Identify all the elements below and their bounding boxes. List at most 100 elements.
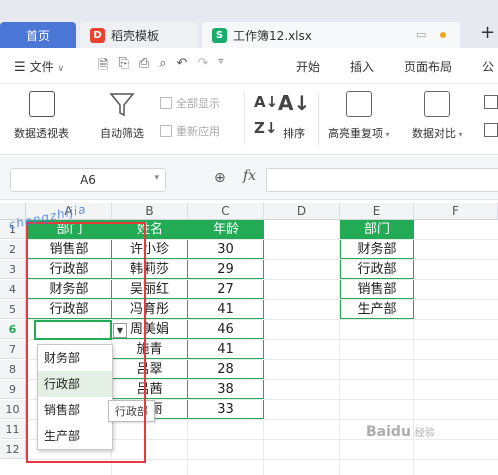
export-icon[interactable]: ⎘ xyxy=(118,56,128,78)
sort-button[interactable]: A↓ 排序 xyxy=(278,91,310,141)
pivot-table-label: 数据透视表 xyxy=(14,127,69,140)
row-header[interactable]: 3 xyxy=(0,260,26,279)
row-header[interactable]: 9 xyxy=(0,380,26,399)
row-header[interactable]: 2 xyxy=(0,240,26,259)
cell-c6[interactable]: 46 xyxy=(188,320,264,339)
tab-workbook[interactable]: S 工作簿12.xlsx ▭ xyxy=(202,22,460,48)
print-icon[interactable]: ⎙ xyxy=(139,56,149,78)
zoom-search-icon[interactable]: ⊕ xyxy=(214,170,226,186)
validation-dropdown-arrow-icon[interactable]: ▼ xyxy=(113,323,127,338)
redo-icon[interactable]: ↷ xyxy=(197,56,208,78)
chevron-down-icon: ∨ xyxy=(57,64,65,74)
data-compare-icon xyxy=(424,91,451,117)
row-header-selected[interactable]: 6 xyxy=(0,320,26,339)
tab-template-label: 稻壳模板 xyxy=(111,28,160,43)
show-all-button[interactable]: 全部显示 xyxy=(160,95,220,111)
row-header[interactable]: 8 xyxy=(0,360,26,379)
formula-input[interactable] xyxy=(266,168,498,192)
cell-b5[interactable]: 冯育彤 xyxy=(112,300,188,319)
row-header[interactable]: 12 xyxy=(0,440,26,459)
overflow-icon[interactable] xyxy=(484,95,498,109)
cell-e5[interactable]: 生产部 xyxy=(340,300,414,319)
new-tab-plus-icon[interactable]: + xyxy=(480,22,495,43)
col-header-e[interactable]: E xyxy=(340,203,414,220)
tab-formula[interactable]: 公 xyxy=(482,58,494,75)
monitor-icon[interactable]: ▭ xyxy=(416,28,426,41)
baidu-watermark-logo: Baidu 经验 xyxy=(366,424,435,440)
row-header[interactable]: 11 xyxy=(0,420,26,439)
gridline xyxy=(26,459,498,460)
cell-c8[interactable]: 28 xyxy=(188,360,264,379)
undo-icon[interactable]: ↶ xyxy=(177,56,188,78)
cell-b3[interactable]: 韩莉莎 xyxy=(112,260,188,279)
cell-a5[interactable]: 行政部 xyxy=(27,300,112,319)
dropdown-item[interactable]: 生产部 xyxy=(38,423,112,449)
cell-c3[interactable]: 29 xyxy=(188,260,264,279)
save-icon[interactable]: 🗎 xyxy=(98,56,108,78)
highlight-duplicates-button[interactable]: 高亮重复项 ▾ xyxy=(328,91,390,141)
reapply-button[interactable]: 重新应用 xyxy=(160,123,220,139)
col-header-f[interactable]: F xyxy=(414,203,498,220)
cell-b7[interactable]: 施青 xyxy=(112,340,188,359)
col-header-b[interactable]: B xyxy=(112,203,188,220)
preview-icon[interactable]: ⌕ xyxy=(159,56,166,78)
autofilter-label: 自动筛选 xyxy=(100,127,144,140)
row-header[interactable]: 10 xyxy=(0,400,26,419)
cell-b4[interactable]: 吴丽红 xyxy=(112,280,188,299)
sort-label: 排序 xyxy=(283,127,306,140)
cell-a3[interactable]: 行政部 xyxy=(27,260,112,279)
cell-e1[interactable]: 部门 xyxy=(340,220,414,239)
sort-ascending-icon[interactable]: A↓ xyxy=(254,93,278,111)
row-header[interactable]: 4 xyxy=(0,280,26,299)
cell-b2[interactable]: 许小珍 xyxy=(112,240,188,259)
cell-c5[interactable]: 41 xyxy=(188,300,264,319)
tab-insert[interactable]: 插入 xyxy=(350,58,374,75)
overflow-icon[interactable] xyxy=(484,123,498,137)
cell-c10[interactable]: 33 xyxy=(188,400,264,419)
cell-b1[interactable]: 姓名 xyxy=(112,220,188,239)
cell-b9[interactable]: 吕茜 xyxy=(112,380,188,399)
tab-start[interactable]: 开始 xyxy=(296,58,320,75)
sort-descending-icon[interactable]: Z↓ xyxy=(254,119,277,137)
customize-chevron-icon[interactable]: ▿ xyxy=(218,56,223,78)
cell-b8[interactable]: 吕翠 xyxy=(112,360,188,379)
chevron-down-icon[interactable]: ▾ xyxy=(154,173,159,183)
dropdown-item[interactable]: 财务部 xyxy=(38,345,112,371)
cell-e4[interactable]: 销售部 xyxy=(340,280,414,299)
tab-bar: 首页 D 稻壳模板 S 工作簿12.xlsx ▭ + xyxy=(0,0,498,48)
row-header[interactable]: 5 xyxy=(0,300,26,319)
cell-c4[interactable]: 27 xyxy=(188,280,264,299)
cell-a6-selected[interactable] xyxy=(34,320,112,340)
tab-home-label: 首页 xyxy=(25,28,50,43)
tab-template[interactable]: D 稻壳模板 xyxy=(80,22,198,48)
cell-c2[interactable]: 30 xyxy=(188,240,264,259)
hamburger-icon: ☰ xyxy=(14,60,26,75)
funnel-icon xyxy=(109,93,135,117)
cell-c9[interactable]: 38 xyxy=(188,380,264,399)
name-box[interactable]: A6 ▾ xyxy=(10,168,166,192)
cell-a2[interactable]: 销售部 xyxy=(27,240,112,259)
ribbon-divider xyxy=(318,93,319,145)
cell-e2[interactable]: 财务部 xyxy=(340,240,414,259)
cell-c1[interactable]: 年龄 xyxy=(188,220,264,239)
autofilter-button[interactable]: 自动筛选 xyxy=(100,91,144,141)
menu-bar: ☰ 文件 ∨ 🗎 ⎘ ⎙ ⌕ ↶ ↷ ▿ 开始 插入 页面布局 公 xyxy=(0,48,498,84)
fx-icon[interactable]: fx xyxy=(243,168,256,184)
cell-e3[interactable]: 行政部 xyxy=(340,260,414,279)
spreadsheet-logo-icon: S xyxy=(212,27,227,43)
col-header-c[interactable]: C xyxy=(188,203,264,220)
highlight-duplicates-icon xyxy=(345,91,372,117)
tab-page-layout[interactable]: 页面布局 xyxy=(404,58,452,75)
dropdown-item-highlighted[interactable]: 行政部 xyxy=(38,371,112,397)
row-header[interactable]: 7 xyxy=(0,340,26,359)
pivot-table-icon xyxy=(28,91,55,117)
cell-c7[interactable]: 41 xyxy=(188,340,264,359)
data-compare-button[interactable]: 数据对比 ▾ xyxy=(412,91,463,141)
ribbon-tabs: 开始 插入 页面布局 公 xyxy=(296,58,494,75)
col-header-d[interactable]: D xyxy=(264,203,340,220)
tab-home[interactable]: 首页 xyxy=(0,22,76,48)
dropdown-item[interactable]: 销售部 xyxy=(38,397,112,423)
file-menu[interactable]: ☰ 文件 ∨ xyxy=(14,58,64,75)
pivot-table-button[interactable]: 数据透视表 xyxy=(14,91,69,141)
cell-a4[interactable]: 财务部 xyxy=(27,280,112,299)
